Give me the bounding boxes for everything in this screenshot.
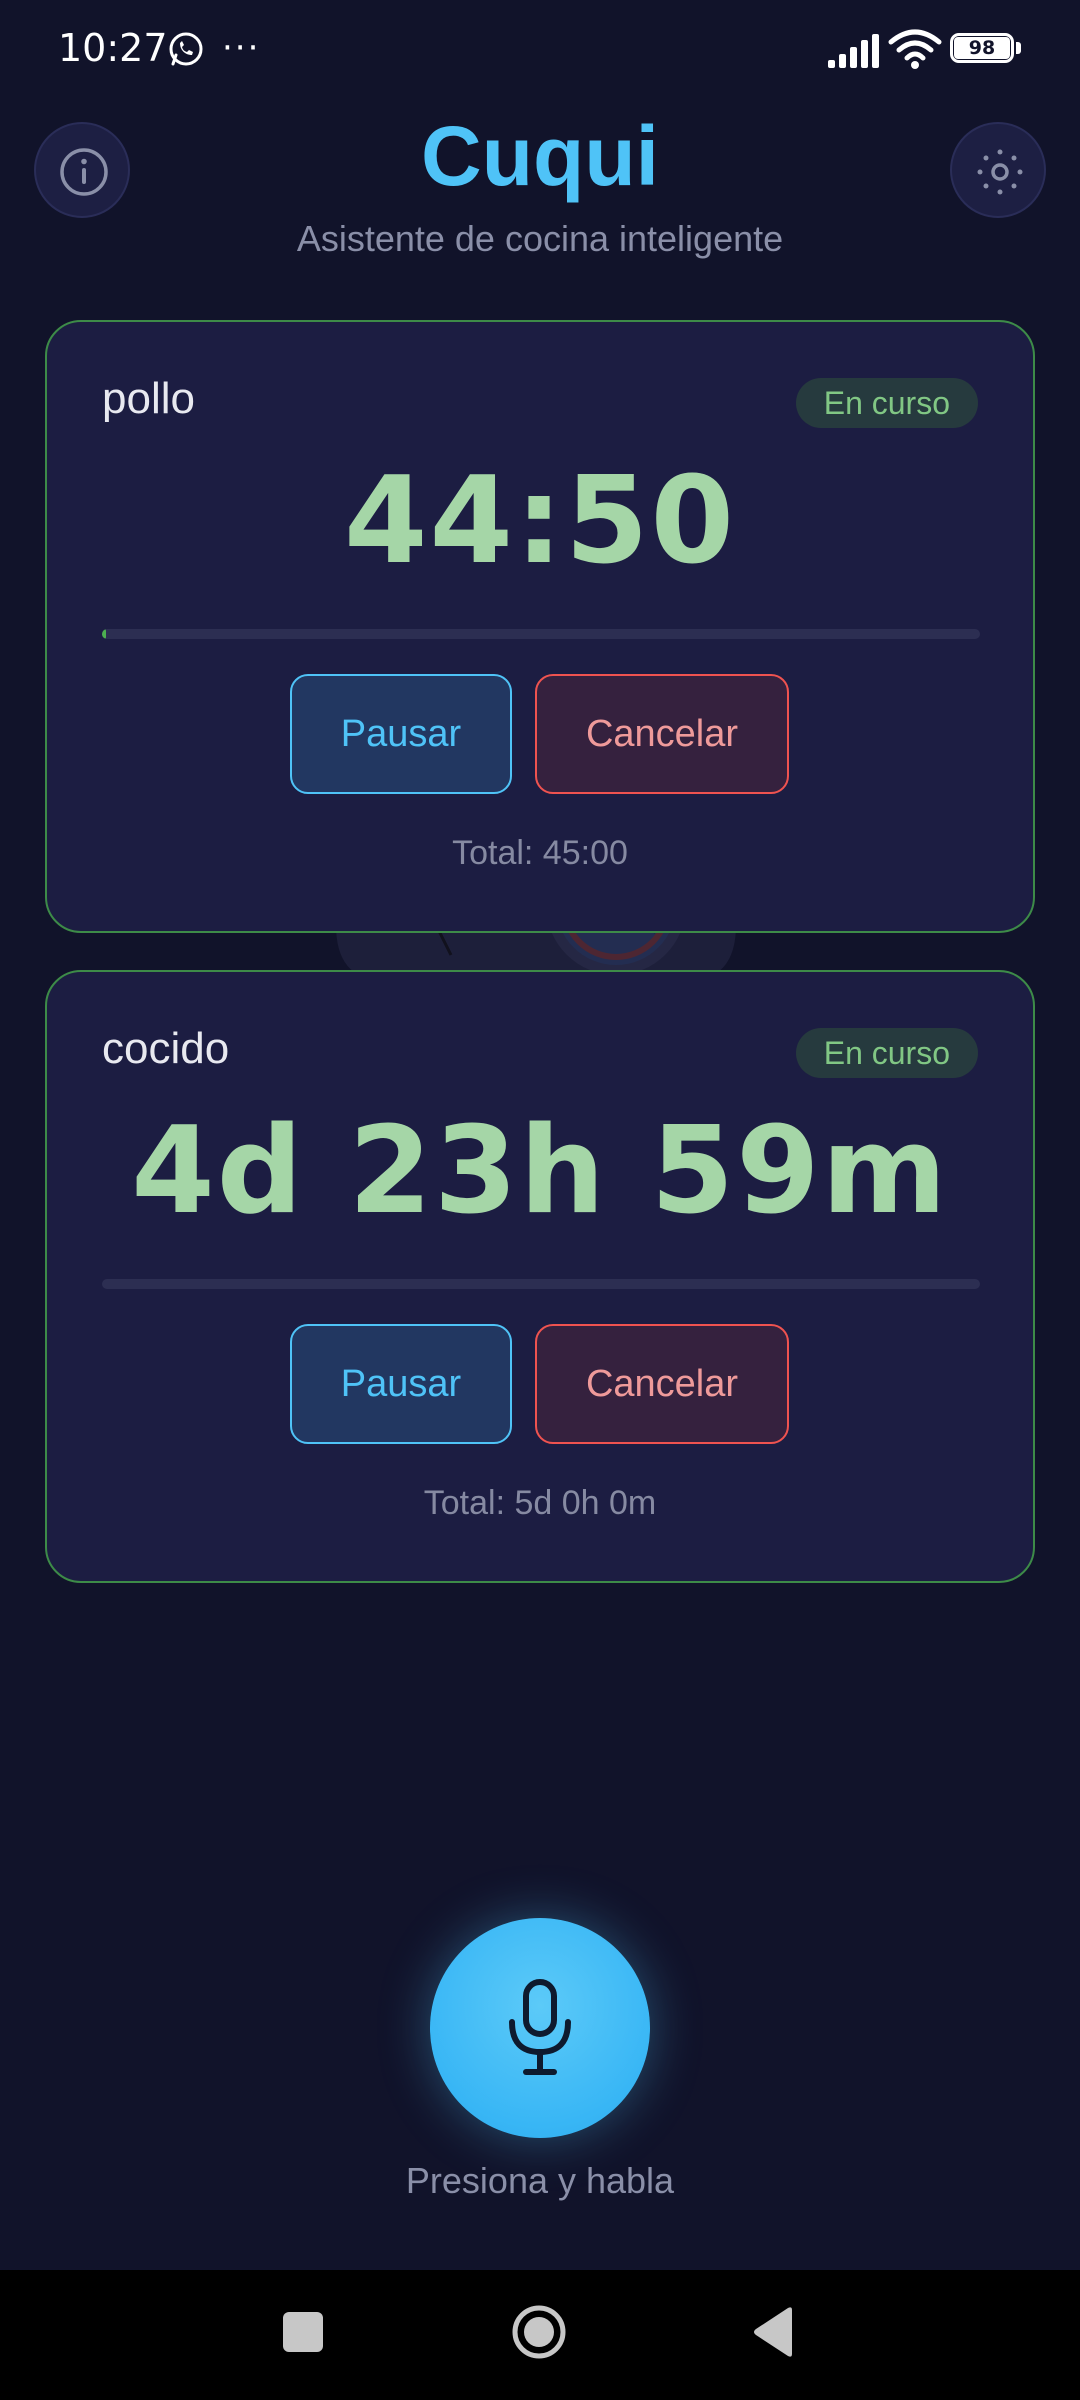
timer-name: pollo bbox=[102, 374, 195, 423]
home-button[interactable] bbox=[511, 2304, 567, 2360]
recents-button[interactable] bbox=[283, 2312, 323, 2352]
status-badge: En curso bbox=[795, 1028, 978, 1078]
progress-bar bbox=[102, 629, 980, 639]
battery-level: 98 bbox=[968, 37, 996, 59]
pause-button[interactable]: Pausar bbox=[290, 674, 512, 794]
cancel-button[interactable]: Cancelar bbox=[535, 674, 789, 794]
timer-remaining: 44:50 bbox=[344, 452, 736, 591]
progress-fill bbox=[102, 629, 106, 639]
settings-button[interactable] bbox=[950, 122, 1046, 218]
app-title: Cuqui bbox=[421, 109, 659, 203]
status-badge: En curso bbox=[795, 378, 978, 428]
microphone-button[interactable] bbox=[430, 1918, 650, 2138]
status-time: 10:27 bbox=[58, 26, 168, 70]
microphone-icon bbox=[509, 1979, 571, 2075]
timer-card: pollo En curso 44:50 Pausar Cancelar Tot… bbox=[45, 320, 1035, 933]
timer-total: Total: 45:00 bbox=[452, 834, 628, 872]
timer-name: cocido bbox=[102, 1024, 230, 1073]
navigation-bar bbox=[0, 2270, 1080, 2400]
pause-button[interactable]: Pausar bbox=[290, 1324, 512, 1444]
cancel-button[interactable]: Cancelar bbox=[535, 1324, 789, 1444]
timer-card: cocido En curso 4d 23h 59m Pausar Cancel… bbox=[45, 970, 1035, 1583]
signal-icon bbox=[828, 34, 879, 68]
progress-bar bbox=[102, 1279, 980, 1289]
battery-icon: 98 bbox=[950, 33, 1024, 67]
microphone-label: Presiona y habla bbox=[405, 2160, 675, 2201]
settings-icon bbox=[977, 149, 1023, 195]
timer-remaining: 4d 23h 59m bbox=[131, 1102, 949, 1241]
timer-total: Total: 5d 0h 0m bbox=[423, 1484, 657, 1522]
wifi-icon bbox=[888, 29, 942, 69]
back-button[interactable] bbox=[750, 2306, 796, 2358]
status-bar: 10:27 ··· 98 bbox=[0, 0, 1080, 100]
more-icon: ··· bbox=[222, 28, 261, 68]
app-screen: 10:27 ··· 98 Cuqui Asistente de cocina i… bbox=[0, 0, 1080, 2400]
whatsapp-icon bbox=[169, 32, 203, 66]
app-subtitle: Asistente de cocina inteligente bbox=[296, 218, 784, 259]
